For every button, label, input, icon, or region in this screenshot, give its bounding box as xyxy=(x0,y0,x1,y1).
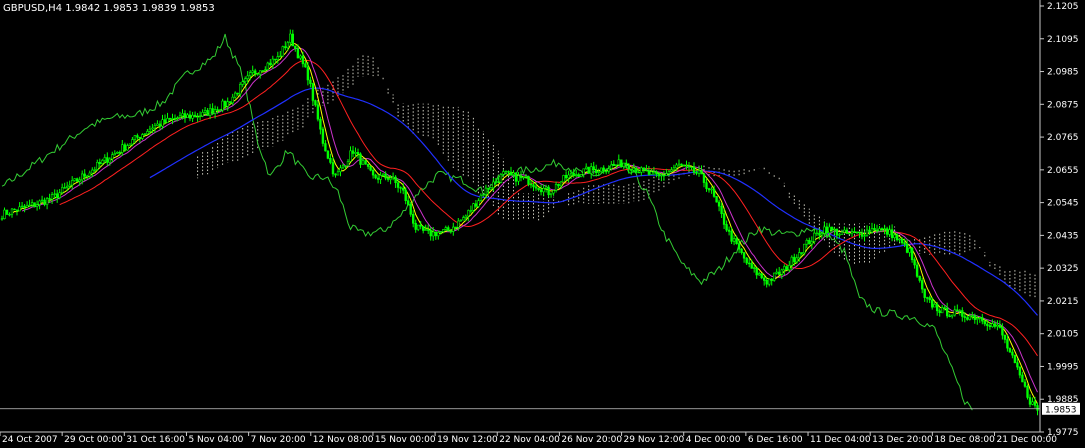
y-tick-label: 1.9995 xyxy=(1047,362,1079,372)
y-tick-label: 2.0105 xyxy=(1047,330,1079,340)
candle-bodies-up xyxy=(0,33,1034,405)
x-tick-label: 15 Nov 00:00 xyxy=(375,435,436,444)
y-tick-label: 2.0545 xyxy=(1047,199,1079,209)
x-tick-label: 4 Dec 00:00 xyxy=(686,435,741,444)
y-tick-label: 2.1095 xyxy=(1047,35,1079,45)
y-tick-label: 2.0875 xyxy=(1047,100,1079,110)
y-tick-label: 2.0215 xyxy=(1047,297,1079,307)
y-tick-label: 2.1205 xyxy=(1047,2,1079,12)
x-tick-label: 13 Dec 20:00 xyxy=(872,435,933,444)
y-tick-label: 2.0435 xyxy=(1047,231,1079,241)
candle-bodies-down xyxy=(5,33,1039,411)
y-tick-label: 2.0765 xyxy=(1047,133,1079,143)
x-tick-label: 7 Nov 20:00 xyxy=(251,435,306,444)
indicator-lines xyxy=(1,33,1038,411)
ma-blue-line xyxy=(149,87,1038,316)
x-tick-label: 11 Dec 04:00 xyxy=(810,435,871,444)
chikou-span-line xyxy=(1,33,973,411)
x-tick-label: 5 Nov 04:00 xyxy=(188,435,243,444)
ma-yellow-line xyxy=(11,42,1038,405)
ichimoku-cloud xyxy=(197,55,1036,298)
chart-canvas[interactable]: 2.1205 2.1095 2.0985 2.0875 2.0765 2.0655 2.05… xyxy=(0,0,1085,445)
x-tick-label: 18 Dec 08:00 xyxy=(934,435,995,444)
symbol-header: GBPUSD,H4 1.9842 1.9853 1.9839 1.9853 xyxy=(3,3,215,14)
x-tick-label: 29 Nov 12:00 xyxy=(624,435,685,444)
axes: 2.1205 2.1095 2.0985 2.0875 2.0765 2.0655 2.05… xyxy=(0,0,1080,445)
x-tick-label: 22 Nov 04:00 xyxy=(499,435,560,444)
x-tick-label: 26 Nov 20:00 xyxy=(561,435,622,444)
kumo-hatch xyxy=(197,55,1036,298)
candle-wicks xyxy=(1,29,1038,416)
x-tick-label: 12 Nov 08:00 xyxy=(313,435,374,444)
y-tick-label: 2.0985 xyxy=(1047,68,1079,78)
x-tick-label: 6 Dec 16:00 xyxy=(748,435,803,444)
x-tick-label: 21 Dec 00:00 xyxy=(996,435,1057,444)
x-tick-label: 24 Oct 2007 xyxy=(2,435,58,444)
y-tick-label: 2.0325 xyxy=(1047,264,1079,274)
x-tick-label: 31 Oct 16:00 xyxy=(126,435,185,444)
ma-purple-line xyxy=(21,47,1038,393)
x-tick-label: 29 Oct 00:00 xyxy=(64,435,123,444)
candles xyxy=(0,29,1039,416)
y-tick-label: 2.0655 xyxy=(1047,166,1079,176)
price-chart[interactable]: 2.1205 2.1095 2.0985 2.0875 2.0765 2.0655 2.05… xyxy=(0,0,1085,445)
x-tick-label: 19 Nov 12:00 xyxy=(437,435,498,444)
current-price-label: 1.9853 xyxy=(1045,405,1077,415)
